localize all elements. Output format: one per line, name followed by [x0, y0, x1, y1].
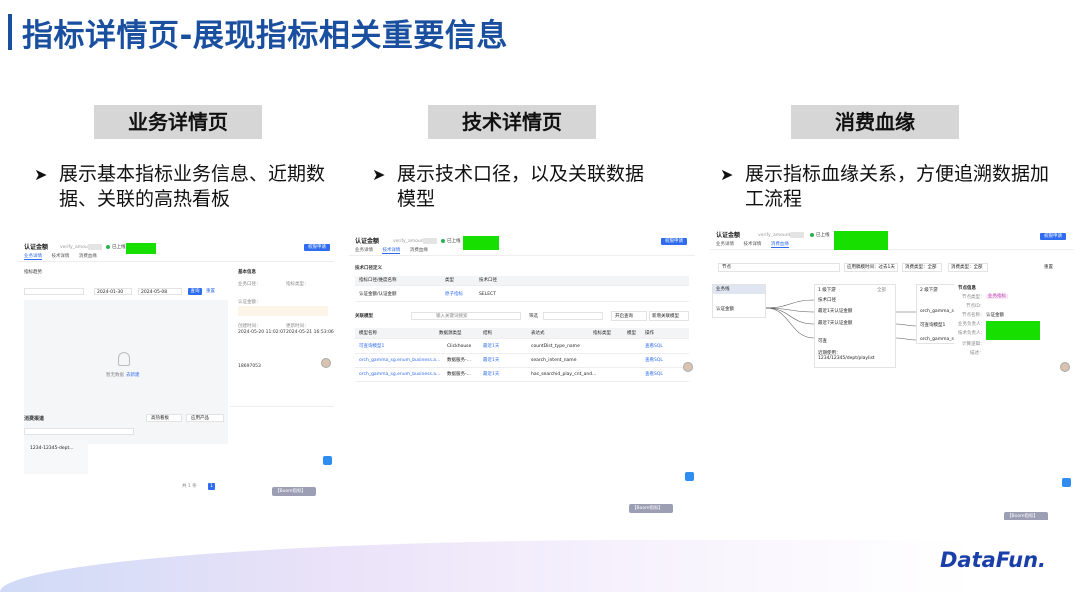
pager-page-1[interactable]: 1 [208, 483, 215, 490]
detail-header: 认证金额 verify_amount 已上线 权限申请 业务详情 技术详情 消费… [349, 234, 695, 256]
filter-label: 筛选 [529, 314, 538, 319]
highlight-box [238, 306, 328, 316]
created-value: 2024-05-20 11:02:07 [238, 330, 286, 335]
apply-permission-button[interactable]: 权限申请 [304, 244, 330, 251]
metric-title: 认证金额 [355, 238, 380, 245]
open-query-button[interactable]: 开启查询 [611, 311, 647, 321]
table-header-row: 模型名称 数据源类型 结构 表达式 指标类型 模型 操作 [355, 328, 689, 339]
bullet-technical: ➤ 展示技术口径，以及关联数据模型 [372, 163, 645, 210]
title-accent-bar [8, 14, 12, 50]
metric-id: verify_amount [393, 239, 426, 244]
arrow-bullet-icon: ➤ [34, 165, 48, 184]
page-title: 指标详情页-展现指标相关重要信息 [22, 18, 508, 54]
field-label: 更新时间： [286, 324, 309, 329]
model-title: 关联模型 [355, 314, 373, 319]
online-dot-icon [106, 245, 110, 249]
reset-link[interactable]: 重置 [206, 289, 215, 294]
business-detail-screenshot: 认证金额 verify_amount 已上线 权限申请 业务详情 技术详情 消费… [18, 240, 334, 496]
table-header-row: 指标口径/维度名称 类型 技术口径 [355, 276, 689, 286]
filter-select[interactable] [543, 312, 603, 320]
tab-business[interactable]: 业务详情 [24, 254, 42, 260]
tab-business[interactable]: 业务详情 [355, 248, 373, 253]
avatar [683, 362, 693, 372]
redacted-block [986, 321, 1040, 340]
status-badge [88, 244, 102, 250]
tech-section-title: 技术口径定义 [355, 266, 382, 271]
help-fab-icon[interactable] [323, 456, 332, 465]
definition-table: 指标口径/维度名称 类型 技术口径 认证金额/认证金额 原子指标 SELECT [355, 276, 689, 306]
trend-chart-area: 暂无数据 去新建 [24, 300, 228, 444]
create-link[interactable]: 去新建 [126, 373, 140, 378]
floating-tag: 【Boom指标】 [272, 487, 316, 496]
floating-tag: 【Boom指标】 [1004, 512, 1048, 520]
info-title: 基本信息 [238, 270, 256, 275]
pager-total: 共 1 条 [182, 484, 197, 489]
tab-lineage[interactable]: 消费血缘 [79, 254, 97, 259]
avatar [321, 358, 331, 368]
decorative-wave [0, 540, 1080, 592]
metric-title: 认证金额 [24, 244, 49, 251]
help-fab-icon[interactable] [1062, 478, 1071, 487]
section-tag-business: 业务详情页 [94, 105, 262, 139]
status-text: 已上线 [447, 239, 461, 244]
detail-tabs: 业务详情 技术详情 消费血缘 [355, 248, 436, 254]
field-label: 创建时间： [238, 324, 261, 329]
redacted-block [126, 243, 156, 254]
divider [230, 406, 334, 407]
consume-title: 消费渠道 [24, 416, 45, 422]
board-card[interactable]: 1234-12345-dept... [24, 440, 88, 474]
avatar [1060, 362, 1070, 372]
field-label: 指标类型： [286, 282, 309, 287]
tab-technical[interactable]: 技术详情 [51, 254, 69, 259]
online-dot-icon [441, 239, 445, 243]
search-input[interactable]: 输入关键词搜索 [411, 312, 521, 320]
arrow-bullet-icon: ➤ [372, 165, 386, 184]
field-label: 认证金额： [238, 300, 261, 305]
table-row: 认证金额/认证金额 原子指标 SELECT [355, 288, 689, 302]
detail-header: 认证金额 verify_amount 已上线 权限申请 业务详情 技术详情 消费… [18, 240, 334, 262]
consume-filter[interactable] [24, 428, 134, 435]
level1-node-group[interactable]: 1 级下游 全部 技术口径 最近1天认证金额 最近7天认证金额 可查 近期使用：… [814, 284, 896, 368]
section-tag-lineage: 消费血缘 [791, 105, 959, 139]
date-to-input[interactable]: 2024-05-08 [138, 288, 182, 295]
apply-permission-button[interactable]: 权限申请 [661, 238, 687, 245]
tab-technical[interactable]: 技术详情 [382, 248, 401, 254]
lineage-edges [765, 299, 917, 341]
owner-value: 18697053 [238, 364, 261, 369]
status-badge [423, 238, 437, 244]
empty-lock-icon [118, 352, 130, 366]
table-row[interactable]: orch_gamma_sg.enum_business.a... 数据服务-..… [355, 368, 689, 382]
table-row[interactable]: 可查询模型1 Clickhouse 最近1天 countDist_type_na… [355, 340, 689, 354]
floating-tag: 【Boom指标】 [629, 504, 673, 513]
table-row[interactable]: orch_gamma_sg.enum_business.a... 数据服务-..… [355, 354, 689, 368]
date-from-input[interactable]: 2024-01-30 [94, 288, 132, 295]
product-tab[interactable]: 应用产品 [186, 414, 224, 422]
model-table: 模型名称 数据源类型 结构 表达式 指标类型 模型 操作 可查询模型1 Clic… [355, 328, 689, 388]
bullet-business: ➤ 展示基本指标业务信息、近期数据、关联的高热看板 [34, 163, 326, 210]
query-button[interactable]: 查询 [188, 288, 202, 295]
new-model-button[interactable]: 新增关联模型 [649, 311, 689, 321]
tab-lineage[interactable]: 消费血缘 [410, 248, 428, 253]
technical-detail-screenshot: 认证金额 verify_amount 已上线 权限申请 业务详情 技术详情 消费… [349, 234, 695, 516]
dimension-select[interactable] [24, 288, 84, 295]
help-fab-icon[interactable] [685, 472, 694, 481]
datafun-logo: DataFun. [940, 548, 1047, 572]
arrow-bullet-icon: ➤ [720, 165, 734, 184]
root-node[interactable]: 业务线 认证金额 [712, 284, 766, 318]
status-text: 已上线 [112, 245, 126, 250]
redacted-block [463, 236, 499, 250]
detail-tabs: 业务详情 技术详情 消费血缘 [24, 254, 105, 260]
trend-title: 指标趋势 [24, 270, 42, 275]
lineage-screenshot: 认证金额 verify_amount 已上线 权限申请 业务详情 技术详情 消费… [710, 228, 1074, 520]
field-label: 业务口径： [238, 282, 261, 287]
updated-value: 2024-05-21 16:53:06 [286, 330, 334, 335]
board-tab[interactable]: 高热看板 [146, 414, 182, 422]
empty-text: 暂无数据 [106, 373, 124, 378]
section-tag-technical: 技术详情页 [428, 105, 596, 139]
bullet-lineage: ➤ 展示指标血缘关系，方便追溯数据加工流程 [720, 163, 1050, 210]
